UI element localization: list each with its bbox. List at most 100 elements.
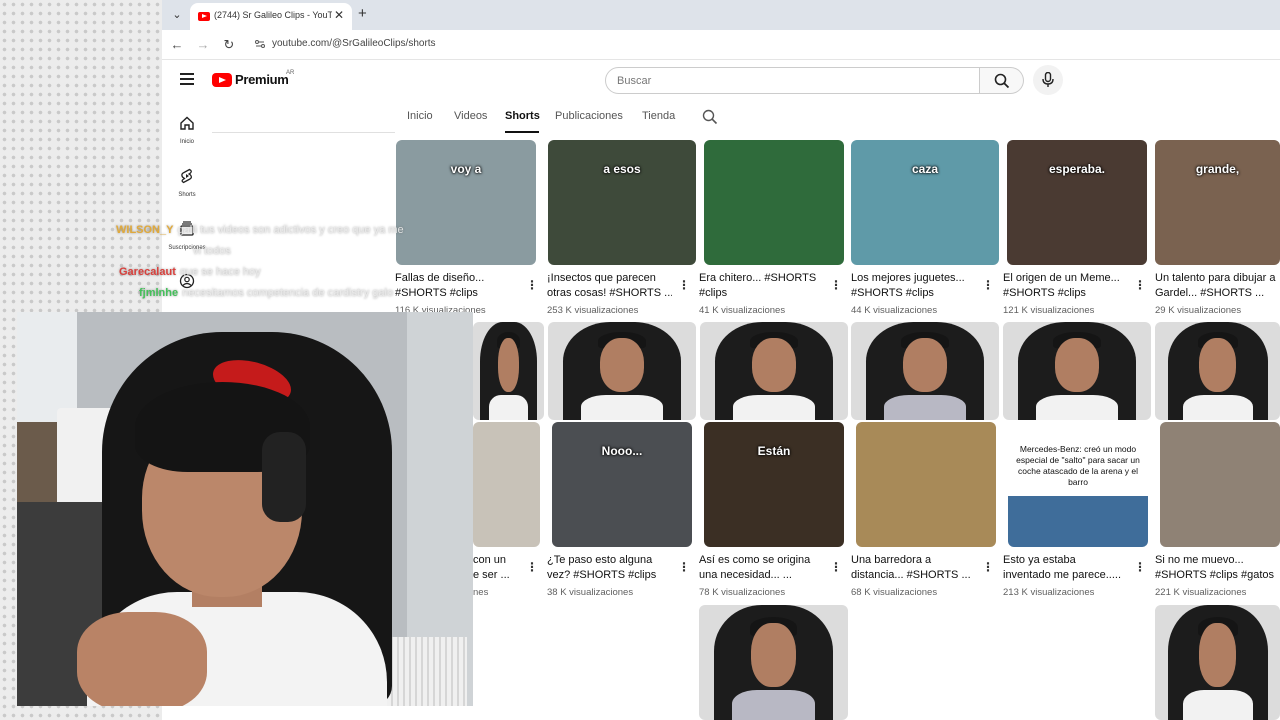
chat-text: necesitamos competencia de cardistry gal… (182, 287, 394, 299)
url-field[interactable]: youtube.com/@SrGalileoClips/shorts (272, 38, 436, 49)
short-views: 221 K visualizaciones (1155, 587, 1247, 598)
sidebar-item-inicio[interactable]: Inicio (162, 115, 212, 145)
thumbnail-caption: Nooo... (601, 444, 643, 458)
short-views: 78 K visualizaciones (699, 587, 786, 598)
new-tab-plus-icon[interactable]: + (358, 5, 367, 22)
short-thumbnail[interactable] (548, 322, 696, 420)
thumbnail-caption: a esos (603, 162, 641, 176)
short-thumbnail[interactable] (1155, 605, 1280, 720)
tab-list-chevron-down-icon[interactable]: ⌄ (168, 6, 186, 24)
tab-videos[interactable]: Videos (454, 110, 487, 122)
chat-username: fjmlnhe (139, 287, 179, 299)
address-bar: ← → ↻ youtube.com/@SrGalileoClips/shorts (162, 30, 1280, 60)
more-options-icon[interactable]: ⋮ (982, 560, 994, 574)
short-views: 29 K visualizaciones (1155, 305, 1242, 316)
back-arrow-icon[interactable]: ← (168, 36, 186, 54)
short-thumbnail[interactable]: Mercedes-Benz: creó un modo especial de … (1008, 422, 1148, 547)
thumbnail-caption: Mercedes-Benz: creó un modo especial de … (1016, 444, 1140, 487)
divider (212, 132, 395, 133)
thumbnail-caption: caza (911, 162, 939, 176)
youtube-header: Premium AR Buscar (162, 60, 1280, 100)
chat-message: WILSON_Y galli tus videos son adictivos y… (116, 224, 404, 236)
short-views: 44 K visualizaciones (851, 305, 938, 316)
more-options-icon[interactable]: ⋮ (982, 278, 994, 292)
short-views: 41 K visualizaciones (699, 305, 786, 316)
active-tab-indicator (505, 131, 539, 133)
more-options-icon[interactable]: ⋮ (1134, 278, 1146, 292)
short-thumbnail[interactable]: voy a (396, 140, 536, 265)
short-title[interactable]: con un e ser ... (473, 553, 523, 583)
reload-icon[interactable]: ↻ (220, 36, 238, 54)
tab-tienda[interactable]: Tienda (642, 110, 675, 122)
tab-shorts[interactable]: Shorts (505, 110, 540, 122)
more-options-icon[interactable]: ⋮ (526, 278, 538, 292)
microphone-icon (1042, 72, 1054, 87)
chat-message: vi todos (193, 245, 231, 257)
short-thumbnail[interactable]: caza (851, 140, 999, 265)
more-options-icon[interactable]: ⋮ (1134, 560, 1146, 574)
more-options-icon[interactable]: ⋮ (678, 278, 690, 292)
short-thumbnail[interactable] (1003, 322, 1151, 420)
short-thumbnail[interactable]: Nooo... (552, 422, 692, 547)
tab-inicio[interactable]: Inicio (407, 110, 433, 122)
short-thumbnail[interactable] (704, 140, 844, 265)
chat-text: galli tus videos son adictivos y creo qu… (177, 224, 404, 236)
short-title[interactable]: ¿Te paso esto alguna vez? #SHORTS #clips (547, 553, 672, 583)
search-placeholder: Buscar (617, 75, 652, 87)
country-code: AR (286, 70, 295, 76)
short-thumbnail[interactable]: Están (704, 422, 844, 547)
chat-username: Garecalaut (119, 266, 176, 278)
chat-message: Garecalaut que se hace hoy (119, 266, 261, 278)
short-thumbnail[interactable] (1155, 322, 1280, 420)
short-thumbnail[interactable] (473, 322, 544, 420)
sidebar-item-shorts[interactable]: Shorts (162, 168, 212, 198)
menu-hamburger-icon[interactable] (180, 73, 194, 85)
youtube-favicon-icon (198, 12, 210, 21)
more-options-icon[interactable]: ⋮ (830, 560, 842, 574)
short-title[interactable]: Fallas de diseño... #SHORTS #clips (395, 271, 520, 301)
short-title[interactable]: ¡Insectos que parecen otras cosas! #SHORT… (547, 271, 672, 301)
home-icon (180, 116, 194, 130)
short-views: 68 K visualizaciones (851, 587, 938, 598)
tab-close-icon[interactable]: ✕ (334, 8, 344, 22)
short-views: 121 K visualizaciones (1003, 305, 1095, 316)
short-title[interactable]: Era chitero... #SHORTS #clips (699, 271, 824, 301)
search-button[interactable] (980, 67, 1024, 94)
short-title[interactable]: Un talento para dibujar a Gardel... #SHOR… (1155, 271, 1280, 301)
short-thumbnail[interactable]: grande, (1155, 140, 1280, 265)
sidebar-item-label: Shorts (178, 192, 196, 198)
short-title[interactable]: Una barredora a distancia... #SHORTS ... (851, 553, 976, 583)
short-thumbnail[interactable] (856, 422, 996, 547)
site-info-icon[interactable] (254, 38, 266, 50)
thumbnail-caption: esperaba. (1048, 162, 1106, 176)
short-thumbnail[interactable] (851, 322, 999, 420)
short-thumbnail[interactable]: esperaba. (1007, 140, 1147, 265)
search-input[interactable]: Buscar (605, 67, 980, 94)
thumbnail-caption: voy a (450, 162, 482, 176)
short-title[interactable]: Si no me muevo... #SHORTS #clips #gatos (1155, 553, 1280, 583)
short-views: 253 K visualizaciones (547, 305, 639, 316)
voice-search-button[interactable] (1033, 65, 1063, 95)
short-title[interactable]: Los mejores juguetes... #SHORTS #clips (851, 271, 976, 301)
thumbnail-caption: Están (757, 444, 791, 458)
chat-text: vi todos (193, 245, 231, 257)
tab-publicaciones[interactable]: Publicaciones (555, 110, 623, 122)
short-thumbnail[interactable] (1160, 422, 1280, 547)
short-thumbnail[interactable] (473, 422, 540, 547)
short-title[interactable]: Así es como se origina una necesidad... .… (699, 553, 824, 583)
more-options-icon[interactable]: ⋮ (526, 560, 538, 574)
forward-arrow-icon[interactable]: → (194, 36, 212, 54)
youtube-logo-icon[interactable] (212, 73, 232, 87)
webcam-feed (17, 312, 473, 706)
short-title[interactable]: El origen de un Meme... #SHORTS #clips (1003, 271, 1128, 301)
channel-search-icon[interactable] (702, 109, 718, 125)
short-thumbnail[interactable] (700, 322, 848, 420)
sidebar-item-label: Inicio (179, 139, 194, 145)
short-thumbnail[interactable] (699, 605, 848, 720)
more-options-icon[interactable]: ⋮ (678, 560, 690, 574)
browser-tab[interactable]: (2744) Sr Galileo Clips - YouTube ✕ (190, 3, 352, 30)
more-options-icon[interactable]: ⋮ (830, 278, 842, 292)
short-thumbnail[interactable]: a esos (548, 140, 696, 265)
youtube-brand[interactable]: Premium (235, 72, 289, 87)
short-title[interactable]: Esto ya estaba inventado me parece..... (1003, 553, 1128, 583)
